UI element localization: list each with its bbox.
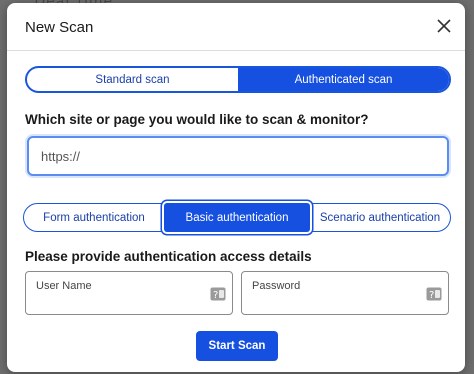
svg-text:?: ? (429, 290, 434, 301)
auth-type-toggle: Form authentication Basic authentication… (23, 203, 451, 232)
password-key-icon[interactable]: ? (426, 287, 442, 301)
scan-type-toggle: Standard scan Authenticated scan (25, 66, 451, 93)
username-field[interactable]: User Name ? (25, 271, 233, 315)
tab-scenario-authentication[interactable]: Scenario authentication (310, 204, 450, 231)
dialog-header: New Scan (7, 3, 465, 51)
tab-standard-scan[interactable]: Standard scan (27, 68, 238, 91)
username-input[interactable] (34, 294, 204, 312)
start-scan-button[interactable]: Start Scan (196, 331, 278, 361)
url-input[interactable] (27, 136, 449, 176)
auth-details-label: Please provide authentication access det… (25, 249, 312, 264)
dialog-title: New Scan (25, 19, 94, 36)
tab-basic-authentication[interactable]: Basic authentication (164, 203, 310, 232)
password-key-icon[interactable]: ? (210, 287, 226, 301)
svg-text:?: ? (213, 290, 218, 301)
scan-target-question: Which site or page you would like to sca… (25, 112, 369, 127)
new-scan-dialog: New Scan Standard scan Authenticated sca… (7, 3, 465, 372)
tab-authenticated-scan[interactable]: Authenticated scan (238, 68, 449, 91)
username-label: User Name (36, 280, 92, 292)
password-input[interactable] (250, 294, 420, 312)
password-label: Password (252, 280, 301, 292)
close-icon[interactable] (435, 17, 453, 35)
password-field[interactable]: Password ? (241, 271, 449, 315)
tab-form-authentication[interactable]: Form authentication (24, 204, 164, 231)
